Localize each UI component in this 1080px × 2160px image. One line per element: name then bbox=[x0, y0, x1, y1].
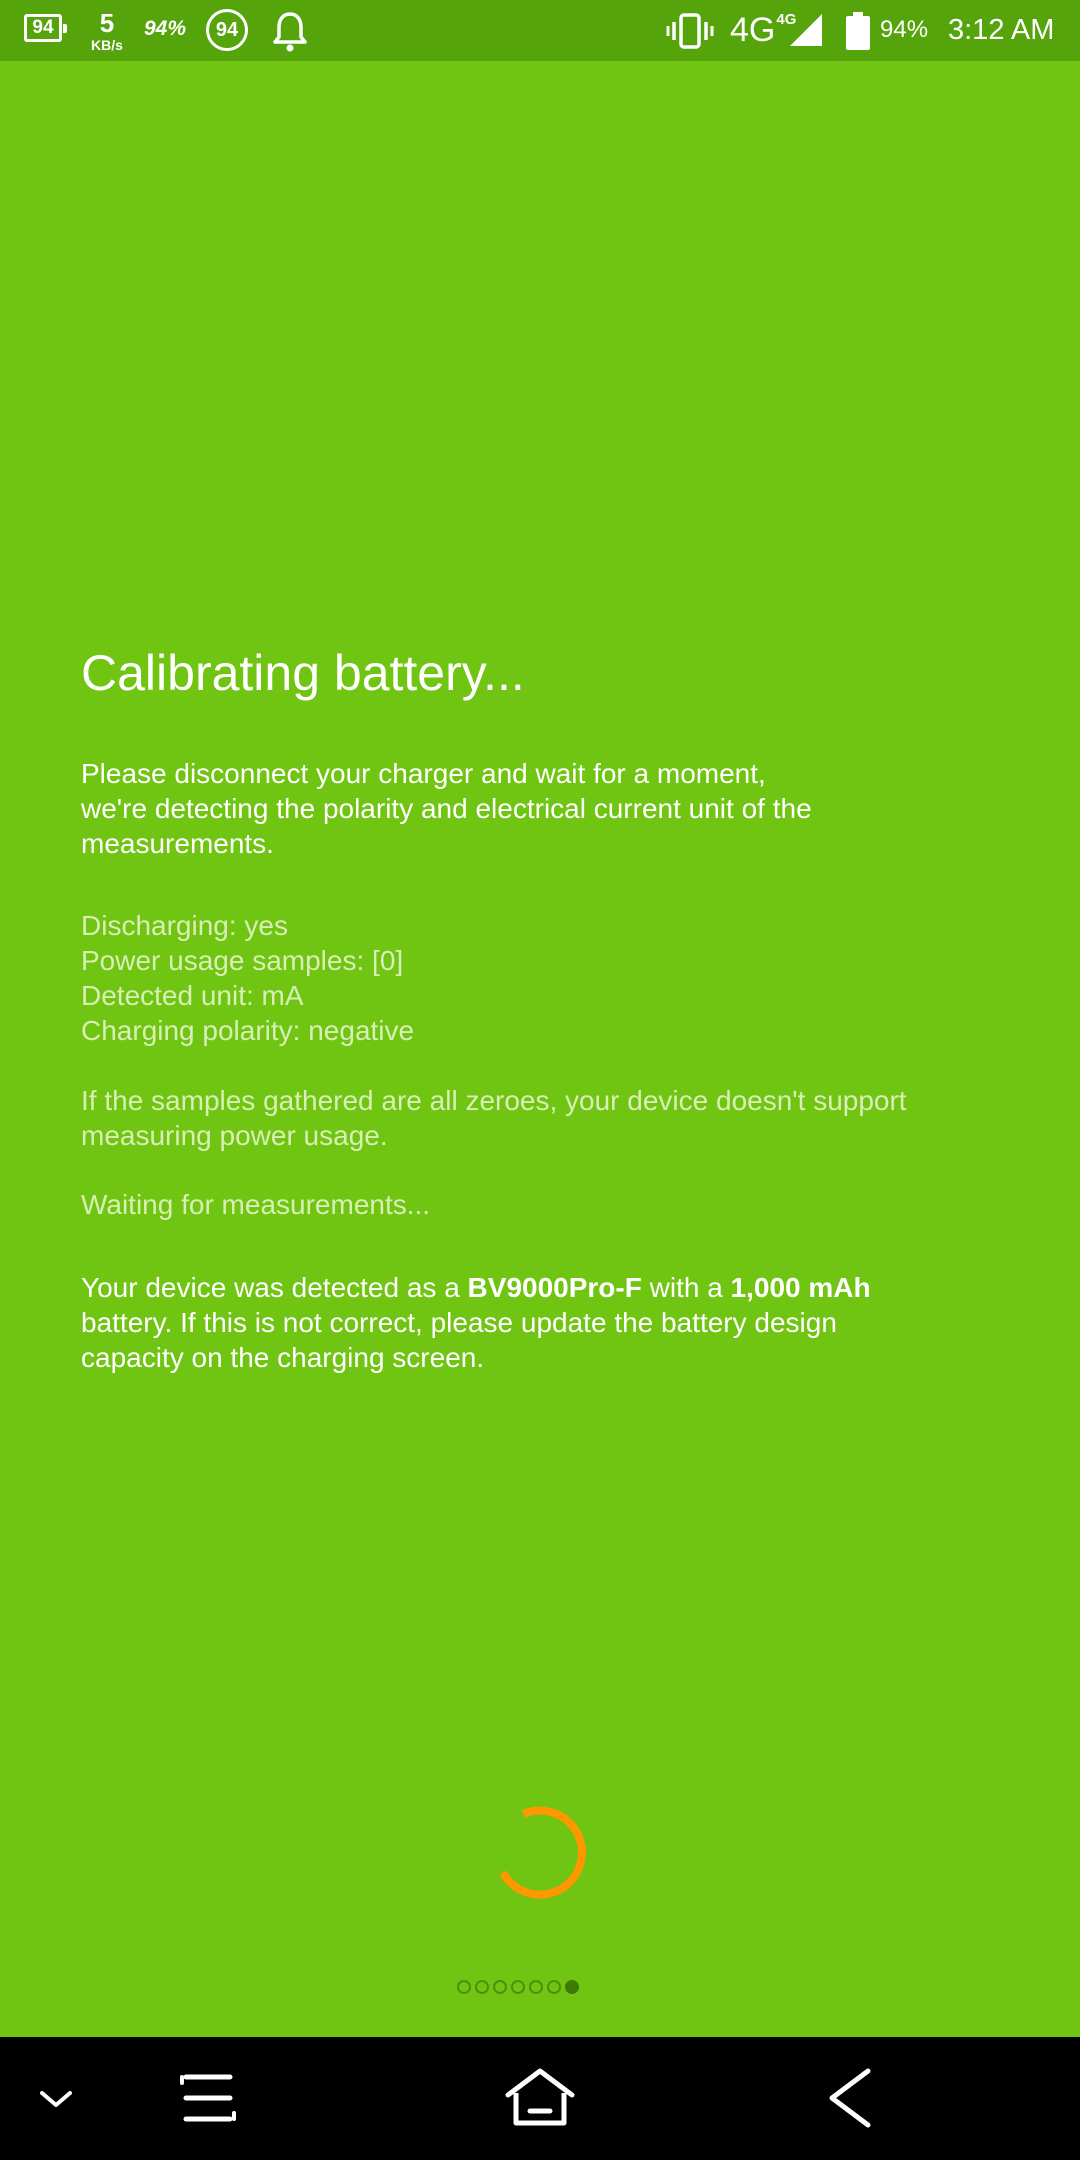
device-prefix: Your device was detected as a bbox=[81, 1272, 468, 1303]
note-line: measuring power usage. bbox=[81, 1120, 388, 1151]
net-speed-value: 5 bbox=[99, 8, 115, 38]
page-dot[interactable] bbox=[511, 1980, 525, 1994]
status-bar: 94 5 KB/s 94% 94 4G 4G 94% 3:12 AM bbox=[0, 0, 1080, 61]
recent-apps-button[interactable] bbox=[176, 2067, 240, 2129]
battery-box-value: 94 bbox=[32, 17, 54, 38]
page-dot[interactable] bbox=[547, 1980, 561, 1994]
note-line: If the samples gathered are all zeroes, … bbox=[81, 1085, 907, 1116]
page-dot[interactable] bbox=[475, 1980, 489, 1994]
net-speed: 5 KB/s bbox=[82, 6, 132, 56]
battery-percent-indicator: 94% bbox=[144, 14, 186, 44]
device-line-2: battery. If this is not correct, please … bbox=[81, 1307, 837, 1338]
intro-text: Please disconnect your charger and wait … bbox=[81, 756, 812, 861]
battery-box-icon: 94 bbox=[24, 14, 67, 42]
calibration-stats: Discharging: yes Power usage samples: [0… bbox=[81, 908, 414, 1048]
collapse-nav-button[interactable] bbox=[30, 2073, 82, 2125]
battery-icon bbox=[846, 12, 870, 50]
battery-circle-value: 94 bbox=[215, 18, 239, 41]
battery-capacity: 1,000 mAh bbox=[730, 1272, 871, 1303]
clock: 3:12 AM bbox=[948, 10, 1054, 50]
navigation-bar bbox=[0, 2037, 1080, 2160]
device-detection-text: Your device was detected as a BV9000Pro-… bbox=[81, 1270, 871, 1375]
device-middle: with a bbox=[641, 1272, 731, 1303]
signal-strength-icon bbox=[788, 12, 824, 48]
battery-circle-icon: 94 bbox=[206, 9, 248, 51]
page-indicator bbox=[457, 1980, 579, 1994]
intro-line: we're detecting the polarity and electri… bbox=[81, 793, 812, 824]
network-type: 4G 4G bbox=[730, 8, 796, 52]
back-icon bbox=[829, 2068, 871, 2128]
battery-percent-italic: 94% bbox=[144, 17, 187, 40]
stat-power-samples: Power usage samples: [0] bbox=[81, 945, 404, 976]
battery-percent: 94% bbox=[880, 12, 928, 48]
net-speed-unit: KB/s bbox=[91, 37, 123, 53]
device-model: BV9000Pro-F bbox=[467, 1272, 642, 1303]
page-dot-active[interactable] bbox=[565, 1980, 579, 1994]
home-icon bbox=[505, 2068, 575, 2126]
vibrate-icon bbox=[666, 12, 714, 50]
page-title: Calibrating battery... bbox=[81, 645, 525, 701]
waiting-status: Waiting for measurements... bbox=[81, 1189, 431, 1220]
intro-line: Please disconnect your charger and wait … bbox=[81, 758, 766, 789]
home-button[interactable] bbox=[502, 2065, 578, 2131]
device-line-3: capacity on the charging screen. bbox=[81, 1342, 485, 1373]
network-type-label: 4G bbox=[730, 10, 776, 49]
intro-line: measurements. bbox=[81, 828, 274, 859]
clock-label: 3:12 AM bbox=[948, 13, 1055, 46]
stat-charging-polarity: Charging polarity: negative bbox=[81, 1015, 415, 1046]
stat-discharging: Discharging: yes bbox=[81, 910, 288, 941]
battery-percent-label: 94% bbox=[880, 16, 929, 43]
page-dot[interactable] bbox=[493, 1980, 507, 1994]
device-line-1: Your device was detected as a BV9000Pro-… bbox=[81, 1270, 871, 1305]
menu-icon bbox=[180, 2074, 236, 2122]
page-dot[interactable] bbox=[457, 1980, 471, 1994]
chevron-down-icon bbox=[40, 2091, 72, 2107]
zero-samples-note: If the samples gathered are all zeroes, … bbox=[81, 1083, 907, 1153]
loading-spinner bbox=[489, 1802, 591, 1904]
back-button[interactable] bbox=[818, 2065, 882, 2131]
notification-bell-icon bbox=[270, 10, 310, 54]
stat-detected-unit: Detected unit: mA bbox=[81, 980, 304, 1011]
page-dot[interactable] bbox=[529, 1980, 543, 1994]
